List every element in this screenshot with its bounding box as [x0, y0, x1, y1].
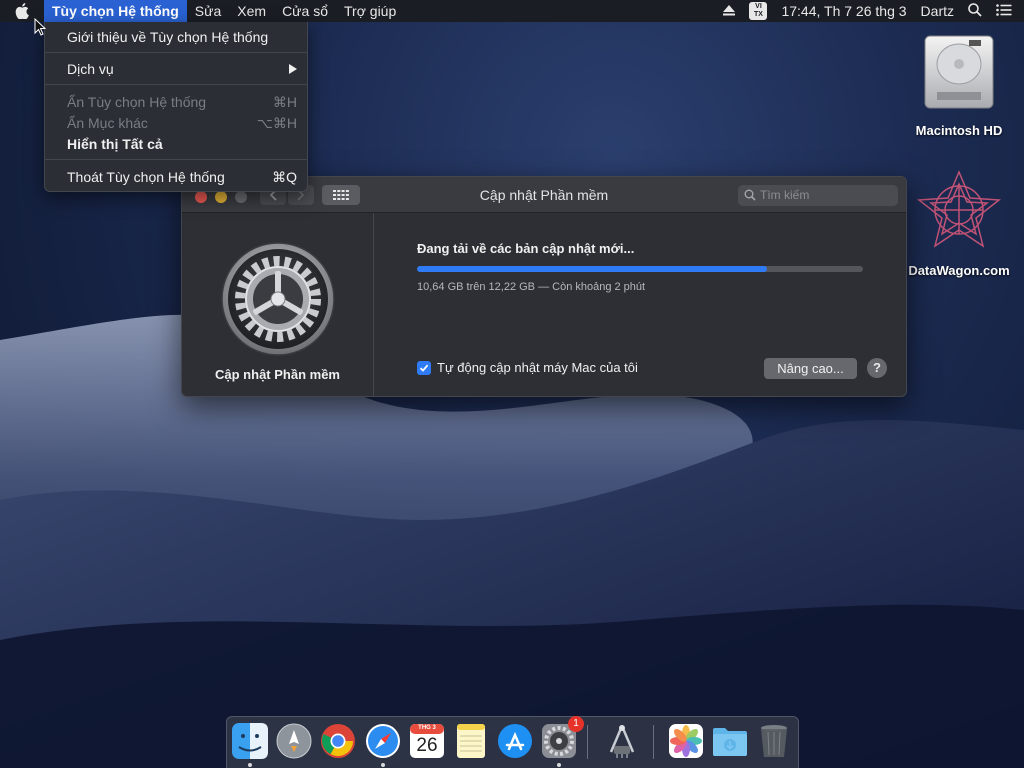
input-source-top: VI: [755, 3, 762, 10]
calendar-month: THG 3: [418, 725, 436, 731]
checkmark-icon: [419, 364, 429, 372]
system-preferences-icon[interactable]: 1: [540, 716, 584, 760]
pane-caption: Cập nhật Phần mềm: [215, 367, 340, 382]
menu-hide-others-label: Ẩn Mục khác: [67, 115, 148, 131]
calendar-day: 26: [416, 735, 438, 756]
dock-running-indicator: [248, 763, 252, 767]
auto-update-row: Tự động cập nhật máy Mac của tôi: [417, 360, 638, 375]
input-source-bottom: TX: [753, 11, 763, 18]
menubar-clock[interactable]: 17:44, Th 7 26 thg 3: [781, 3, 906, 19]
software-update-gear-icon: [221, 242, 335, 356]
downloads-folder-icon[interactable]: [711, 722, 749, 760]
menu-view[interactable]: Xem: [229, 0, 274, 22]
menu-separator: [45, 84, 307, 85]
trash-icon[interactable]: [755, 722, 793, 760]
download-progress-bar: [417, 266, 863, 272]
search-placeholder: Tìm kiếm: [760, 188, 810, 202]
chrome-icon[interactable]: [319, 722, 357, 760]
menu-about-label: Giới thiệu về Tùy chọn Hệ thống: [67, 29, 269, 45]
advanced-button[interactable]: Nâng cao...: [764, 358, 857, 379]
dock-separator: [587, 725, 588, 759]
menu-bar: Tùy chọn Hệ thống Sửa Xem Cửa sổ Trợ giú…: [0, 0, 1024, 22]
dock-separator: [653, 725, 654, 759]
photos-icon[interactable]: [667, 722, 705, 760]
dock: THG 3 26 1: [226, 716, 799, 768]
datawagon-logo-icon: [916, 170, 1002, 248]
menu-show-all[interactable]: Hiển thị Tất cả: [45, 134, 307, 154]
menu-hide-others[interactable]: Ẩn Mục khác ⌥⌘H: [45, 113, 307, 133]
menu-app-name[interactable]: Tùy chọn Hệ thống: [44, 0, 187, 22]
mouse-cursor-icon: [34, 18, 46, 36]
spotlight-search-icon[interactable]: [968, 2, 982, 20]
menu-separator: [45, 52, 307, 53]
menu-services-label: Dịch vụ: [67, 61, 114, 77]
dock-running-indicator: [557, 763, 561, 767]
calendar-icon[interactable]: THG 3 26: [408, 722, 446, 760]
menu-separator: [45, 159, 307, 160]
input-source-icon[interactable]: VI TX: [749, 2, 768, 20]
hard-drive-icon: [924, 35, 994, 109]
desktop-icon-macintosh-hd[interactable]: Macintosh HD: [906, 30, 1012, 138]
menu-quit-shortcut: ⌘Q: [272, 169, 297, 185]
auto-update-checkbox[interactable]: [417, 360, 431, 375]
menubar-user[interactable]: Dartz: [921, 3, 954, 19]
launchpad-icon[interactable]: [275, 722, 313, 760]
menu-edit[interactable]: Sửa: [187, 0, 230, 22]
dock-running-indicator: [381, 763, 385, 767]
menu-window[interactable]: Cửa sổ: [274, 0, 336, 22]
eject-icon[interactable]: [723, 3, 736, 19]
update-main-area: Đang tải về các bản cập nhật mới... 10,6…: [375, 213, 906, 396]
menu-hide-others-shortcut: ⌥⌘H: [256, 115, 297, 131]
menu-hide-shortcut: ⌘H: [272, 94, 297, 110]
software-update-window: Cập nhật Phần mềm Tìm kiếm Cập nhật Phần…: [181, 176, 907, 397]
safari-icon[interactable]: [364, 722, 402, 760]
menu-hide[interactable]: Ẩn Tùy chọn Hệ thống ⌘H: [45, 92, 307, 112]
finder-icon[interactable]: [231, 722, 269, 760]
download-status: Đang tải về các bản cập nhật mới...: [417, 241, 635, 256]
download-detail: 10,64 GB trên 12,22 GB — Còn khoảng 2 ph…: [417, 281, 646, 293]
search-icon: [744, 189, 756, 201]
desktop-icon-label: Macintosh HD: [915, 123, 1003, 138]
menu-quit[interactable]: Thoát Tùy chọn Hệ thống ⌘Q: [45, 167, 307, 187]
notification-center-icon[interactable]: [996, 3, 1012, 19]
menu-quit-label: Thoát Tùy chọn Hệ thống: [67, 169, 225, 185]
notification-badge: 1: [568, 716, 584, 732]
app-menu-dropdown: Giới thiệu về Tùy chọn Hệ thống Dịch vụ …: [44, 22, 308, 192]
submenu-arrow-icon: [289, 59, 297, 79]
menu-about[interactable]: Giới thiệu về Tùy chọn Hệ thống: [45, 27, 307, 47]
network-utility-icon[interactable]: [603, 722, 641, 760]
help-button[interactable]: ?: [867, 358, 887, 378]
menu-services[interactable]: Dịch vụ: [45, 59, 307, 79]
download-progress-fill: [417, 266, 768, 272]
pane-sidebar: Cập nhật Phần mềm: [182, 213, 374, 396]
auto-update-label[interactable]: Tự động cập nhật máy Mac của tôi: [437, 360, 638, 375]
notes-icon[interactable]: [452, 722, 490, 760]
app-store-icon[interactable]: [496, 722, 534, 760]
desktop-icon-label: DataWagon.com: [908, 263, 1010, 278]
menu-hide-label: Ẩn Tùy chọn Hệ thống: [67, 94, 207, 110]
desktop-icon-datawagon[interactable]: DataWagon.com: [902, 170, 1016, 278]
search-input[interactable]: Tìm kiếm: [738, 185, 898, 206]
menu-show-all-label: Hiển thị Tất cả: [67, 136, 163, 152]
menu-help[interactable]: Trợ giúp: [336, 0, 404, 22]
